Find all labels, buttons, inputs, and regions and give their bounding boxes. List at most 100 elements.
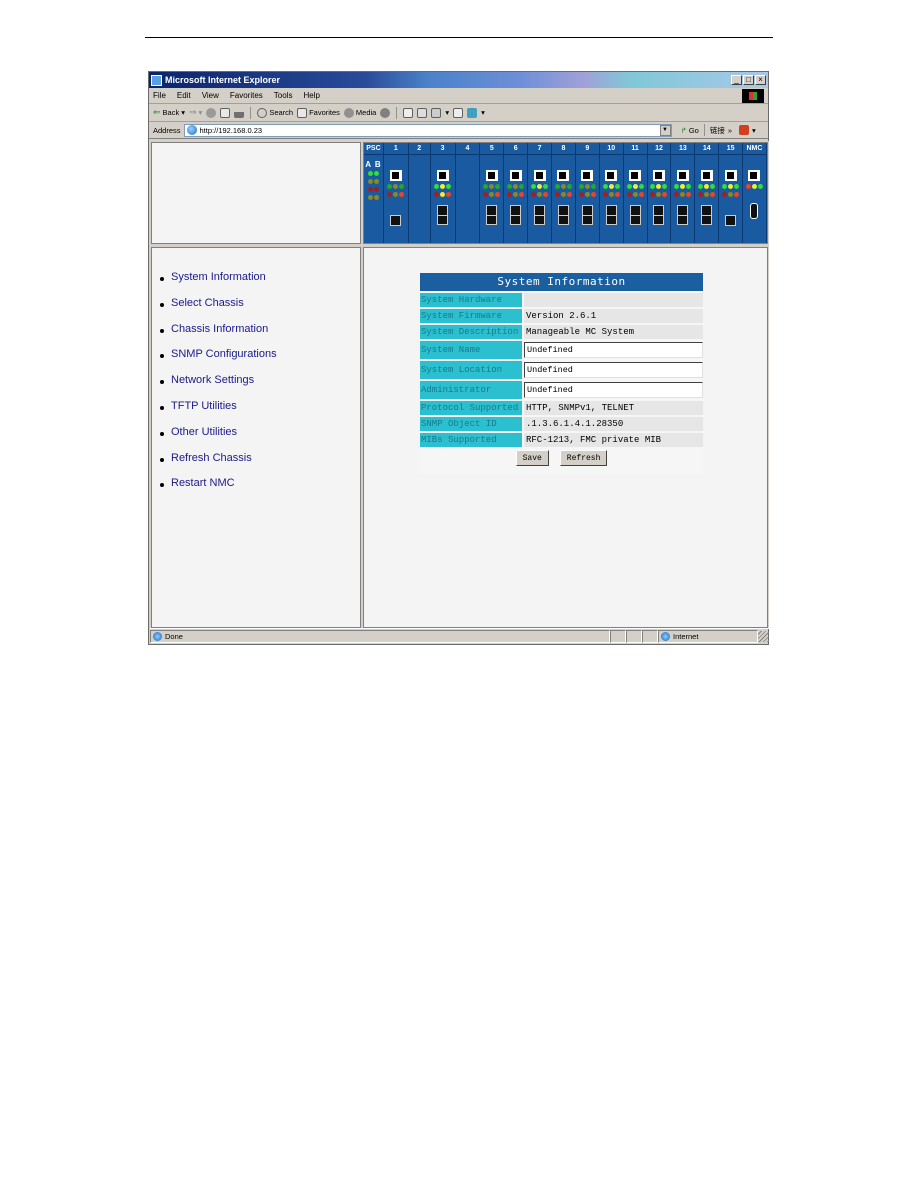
nav-label[interactable]: SNMP Configurations	[171, 348, 277, 360]
status-led-icon	[686, 192, 692, 197]
status-led-icon	[446, 192, 452, 197]
status-led-icon	[757, 184, 763, 189]
history-icon[interactable]	[380, 107, 391, 118]
address-dropdown-button[interactable]: ▼	[659, 124, 671, 136]
address-input[interactable]: http://192.168.0.23 ▼	[183, 123, 672, 137]
chassis-slot-15[interactable]: 15	[719, 143, 744, 243]
discuss-icon[interactable]	[453, 107, 464, 118]
status-led-icon	[387, 184, 393, 189]
status-bar: Done Internet	[150, 628, 769, 643]
menu-help[interactable]: Help	[303, 91, 319, 100]
led-row	[364, 187, 383, 192]
chassis-slot-psc[interactable]: PSC A B	[364, 143, 384, 243]
led-row	[364, 179, 383, 184]
chassis-slot-9[interactable]: 9	[575, 143, 600, 243]
dropdown-arrow-icon: ▾	[198, 108, 203, 117]
chassis-slot-14[interactable]: 14	[695, 143, 720, 243]
minimize-button[interactable]: _	[731, 75, 742, 85]
messenger-icon[interactable]	[467, 107, 478, 118]
links-button[interactable]: 链接	[710, 125, 725, 136]
chassis-slot-5[interactable]: 5	[480, 143, 505, 243]
chassis-slot-8[interactable]: 8	[552, 143, 576, 243]
close-button[interactable]: ×	[755, 75, 766, 85]
dropdown-arrow-icon[interactable]: ▾	[445, 108, 449, 117]
led-row	[504, 184, 527, 189]
chassis-slot-10[interactable]: 10	[599, 143, 624, 243]
nav-label[interactable]: Select Chassis	[171, 297, 244, 309]
slot-label: 1	[383, 143, 408, 155]
menu-view[interactable]: View	[202, 91, 219, 100]
resize-grip-icon[interactable]	[758, 630, 769, 642]
chassis-slot-7[interactable]: 7	[528, 143, 553, 243]
menu-edit[interactable]: Edit	[177, 91, 191, 100]
chassis-slot-6[interactable]: 6	[504, 143, 529, 243]
acrobat-icon[interactable]	[739, 125, 749, 135]
nav-item-other-utilities[interactable]: Other Utilities	[160, 426, 360, 452]
menu-favorites[interactable]: Favorites	[230, 91, 263, 100]
status-led-icon	[393, 184, 399, 189]
go-button[interactable]: ↱ Go	[681, 126, 699, 135]
page-icon	[186, 125, 197, 135]
nav-label[interactable]: System Information	[171, 271, 266, 283]
menu-file[interactable]: File	[153, 91, 166, 100]
back-button[interactable]: ⇐ Back ▾	[153, 107, 185, 118]
system-location-input[interactable]	[524, 362, 703, 378]
nav-item-select-chassis[interactable]: Select Chassis	[160, 297, 360, 323]
bullet-icon	[160, 431, 164, 436]
go-arrow-icon: ↱	[680, 125, 687, 135]
edit-icon[interactable]	[431, 107, 442, 118]
nav-label[interactable]: Network Settings	[171, 374, 254, 386]
dropdown-arrow-icon[interactable]: ▾	[752, 126, 756, 135]
nav-item-tftp-utilities[interactable]: TFTP Utilities	[160, 400, 360, 426]
nav-item-chassis-information[interactable]: Chassis Information	[160, 323, 360, 349]
administrator-input[interactable]	[524, 382, 703, 398]
nav-item-refresh-chassis[interactable]: Refresh Chassis	[160, 452, 360, 478]
chassis-slot-nmc[interactable]: NMC	[743, 143, 767, 243]
nav-item-system-information[interactable]: System Information	[160, 271, 360, 297]
address-url: http://192.168.0.23	[199, 125, 263, 135]
menu-tools[interactable]: Tools	[274, 91, 293, 100]
favorites-button[interactable]: Favorites	[297, 107, 340, 118]
status-led-icon	[680, 192, 686, 197]
title-bar[interactable]: Microsoft Internet Explorer _ □ ×	[149, 72, 768, 88]
fiber-port-icon	[725, 215, 737, 226]
links-chevron[interactable]: »	[728, 126, 732, 135]
refresh-icon[interactable]	[220, 107, 231, 118]
bullet-icon	[160, 457, 164, 462]
nav-label[interactable]: TFTP Utilities	[171, 400, 237, 412]
nav-item-snmp-configurations[interactable]: SNMP Configurations	[160, 348, 360, 374]
nav-item-restart-nmc[interactable]: Restart NMC	[160, 477, 360, 503]
ie-app-icon	[151, 74, 162, 86]
status-led-icon	[440, 192, 446, 197]
stop-icon[interactable]	[206, 107, 217, 118]
favorites-label: Favorites	[309, 108, 340, 117]
chassis-slot-1[interactable]: 1	[383, 143, 409, 243]
status-cell	[626, 629, 642, 643]
slot-label: 15	[719, 143, 743, 155]
nav-label[interactable]: Chassis Information	[171, 323, 268, 335]
home-icon[interactable]	[234, 108, 245, 118]
system-name-input[interactable]	[524, 342, 703, 358]
nav-label[interactable]: Other Utilities	[171, 426, 237, 438]
media-button[interactable]: Media	[343, 107, 376, 118]
print-icon[interactable]	[417, 107, 428, 118]
mail-icon[interactable]	[403, 107, 414, 118]
status-led-icon	[614, 192, 620, 197]
chassis-slot-13[interactable]: 13	[671, 143, 696, 243]
bullet-icon	[160, 483, 164, 488]
chassis-slot-3[interactable]: 3	[430, 143, 456, 243]
search-button[interactable]: Search	[257, 107, 293, 118]
ie-page-icon	[153, 631, 162, 641]
chassis-slot-12[interactable]: 12	[647, 143, 672, 243]
maximize-button[interactable]: □	[743, 75, 754, 85]
dropdown-arrow-icon[interactable]: ▾	[481, 108, 485, 117]
forward-button[interactable]: ⇒ ▾	[189, 107, 202, 118]
nav-item-network-settings[interactable]: Network Settings	[160, 374, 360, 400]
chassis-slot-11[interactable]: 11	[623, 143, 648, 243]
led-row	[600, 184, 623, 189]
status-led-icon	[489, 192, 495, 197]
refresh-button[interactable]: Refresh	[559, 450, 608, 466]
nav-label[interactable]: Refresh Chassis	[171, 452, 252, 464]
nav-label[interactable]: Restart NMC	[171, 477, 235, 489]
save-button[interactable]: Save	[515, 450, 549, 466]
